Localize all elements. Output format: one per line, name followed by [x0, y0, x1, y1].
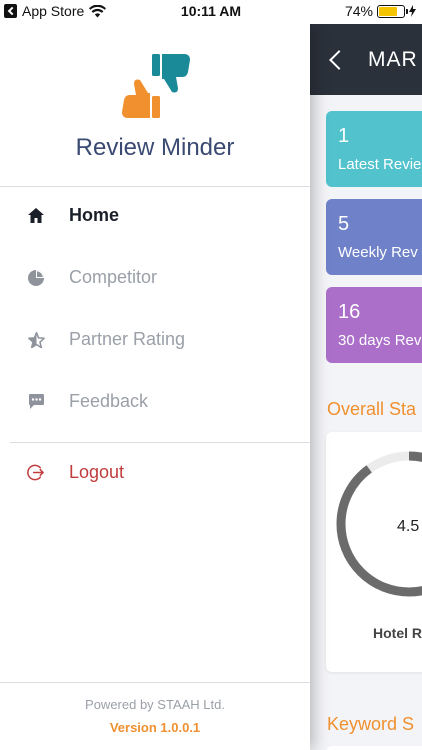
thumbs-up-icon	[122, 79, 160, 118]
status-bar: App Store 10:11 AM 74%	[0, 0, 422, 24]
back-chevron-icon[interactable]	[329, 49, 349, 70]
overall-score-panel: 4.5 Hotel R	[326, 432, 422, 672]
overall-score: 4.5	[397, 518, 420, 535]
card-value: 16	[338, 301, 361, 323]
app-screen: App Store 10:11 AM 74% MAR 1 Latest Revi…	[0, 0, 422, 750]
menu-item-competitor[interactable]: Competitor	[27, 267, 157, 288]
latest-reviews-card[interactable]: 1 Latest Revie	[326, 111, 422, 187]
thumbs-down-icon	[152, 54, 190, 93]
card-label: Weekly Rev	[338, 244, 418, 261]
top-app-bar: MAR	[310, 24, 422, 95]
card-label: 30 days Rev	[338, 332, 422, 349]
menu-label: Logout	[69, 462, 125, 482]
pie-chart-icon	[27, 269, 45, 287]
divider	[0, 682, 310, 683]
menu-label: Feedback	[69, 391, 149, 411]
menu-label: Competitor	[69, 267, 158, 287]
menu-label: Home	[69, 205, 120, 225]
home-icon	[27, 207, 45, 225]
card-value: 1	[338, 125, 350, 147]
menu-item-logout[interactable]: Logout	[27, 462, 124, 483]
card-label: Latest Revie	[338, 156, 422, 173]
menu-item-feedback[interactable]: Feedback	[27, 391, 148, 412]
gauge-label: Hotel R	[373, 625, 422, 641]
battery-level	[379, 6, 397, 16]
page-title: MAR	[368, 47, 418, 71]
charging-bolt-icon	[409, 5, 416, 17]
review-minder-logo	[122, 54, 190, 118]
version-text: Version 1.0.0.1	[109, 720, 201, 735]
logout-icon	[27, 464, 45, 482]
keyword-panel	[326, 746, 422, 750]
battery-percent: 74%	[344, 3, 373, 19]
keyword-stats-heading: Keyword S	[327, 714, 415, 734]
monthly-reviews-card[interactable]: 16 30 days Rev	[326, 287, 422, 363]
navigation-drawer: Review Minder Home Competitor Partner Ra…	[0, 24, 310, 750]
powered-by-text: Powered by STAAH Ltd.	[85, 697, 225, 712]
divider	[0, 186, 310, 187]
dashboard-page: MAR 1 Latest Revie 5 Weekly Rev 16 30 da…	[310, 24, 422, 750]
battery-icon	[377, 4, 408, 18]
menu-label: Partner Rating	[69, 329, 186, 349]
card-value: 5	[338, 213, 350, 235]
menu-item-home[interactable]: Home	[27, 205, 119, 226]
menu-item-partner-rating[interactable]: Partner Rating	[27, 329, 185, 350]
star-half-icon	[27, 331, 45, 349]
chat-bubble-icon	[27, 393, 45, 411]
battery-group: 74%	[345, 3, 416, 19]
app-brand-name: Review Minder	[75, 134, 235, 161]
divider	[10, 442, 310, 443]
weekly-reviews-card[interactable]: 5 Weekly Rev	[326, 199, 422, 275]
overall-stats-heading: Overall Sta	[327, 399, 417, 419]
